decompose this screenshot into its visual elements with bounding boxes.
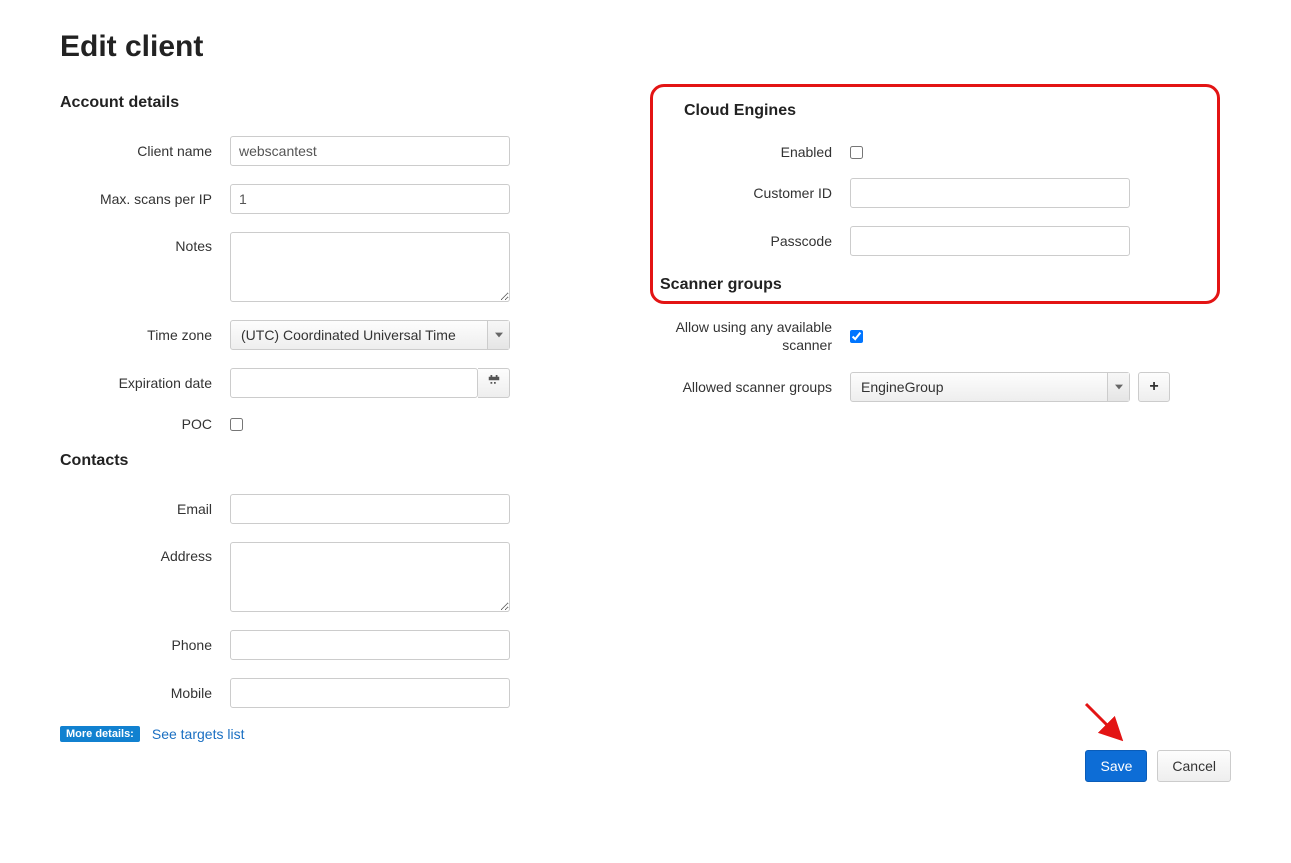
allow-any-checkbox[interactable] — [850, 330, 863, 343]
enabled-label: Enabled — [660, 144, 850, 160]
allowed-groups-selected: EngineGroup — [851, 379, 1107, 395]
client-name-input[interactable] — [230, 136, 510, 166]
mobile-label: Mobile — [60, 685, 230, 701]
email-input[interactable] — [230, 494, 510, 524]
address-textarea[interactable] — [230, 542, 510, 612]
timezone-selected: (UTC) Coordinated Universal Time — [231, 327, 487, 343]
chevron-down-icon — [1107, 373, 1129, 401]
notes-label: Notes — [60, 232, 230, 254]
poc-checkbox[interactable] — [230, 418, 243, 431]
plus-icon: + — [1149, 378, 1158, 396]
account-details-heading: Account details — [60, 94, 580, 112]
allowed-groups-label: Allowed scanner groups — [660, 379, 850, 395]
email-label: Email — [60, 501, 230, 517]
client-name-label: Client name — [60, 143, 230, 159]
notes-textarea[interactable] — [230, 232, 510, 302]
poc-label: POC — [60, 416, 230, 432]
address-label: Address — [60, 542, 230, 564]
chevron-down-icon — [487, 321, 509, 349]
calendar-icon — [487, 375, 501, 392]
phone-input[interactable] — [230, 630, 510, 660]
timezone-select[interactable]: (UTC) Coordinated Universal Time — [230, 320, 510, 350]
add-group-button[interactable]: + — [1138, 372, 1170, 402]
contacts-heading: Contacts — [60, 452, 580, 470]
timezone-label: Time zone — [60, 327, 230, 343]
expiration-input[interactable] — [230, 368, 478, 398]
phone-label: Phone — [60, 637, 230, 653]
see-targets-link[interactable]: See targets list — [152, 726, 245, 742]
scanner-groups-heading: Scanner groups — [660, 276, 1220, 294]
passcode-label: Passcode — [660, 233, 850, 249]
allow-any-label: Allow using any available scanner — [660, 318, 850, 354]
passcode-input[interactable] — [850, 226, 1130, 256]
more-details-badge: More details: — [60, 726, 140, 742]
max-scans-input[interactable] — [230, 184, 510, 214]
cancel-button[interactable]: Cancel — [1157, 750, 1231, 782]
enabled-checkbox[interactable] — [850, 146, 863, 159]
page-title: Edit client — [60, 30, 1231, 64]
cloud-engines-heading: Cloud Engines — [684, 102, 1220, 120]
calendar-button[interactable] — [478, 368, 510, 398]
customer-id-input[interactable] — [850, 178, 1130, 208]
expiration-label: Expiration date — [60, 375, 230, 391]
max-scans-label: Max. scans per IP — [60, 191, 230, 207]
mobile-input[interactable] — [230, 678, 510, 708]
allowed-groups-select[interactable]: EngineGroup — [850, 372, 1130, 402]
save-button[interactable]: Save — [1085, 750, 1147, 782]
customer-id-label: Customer ID — [660, 185, 850, 201]
